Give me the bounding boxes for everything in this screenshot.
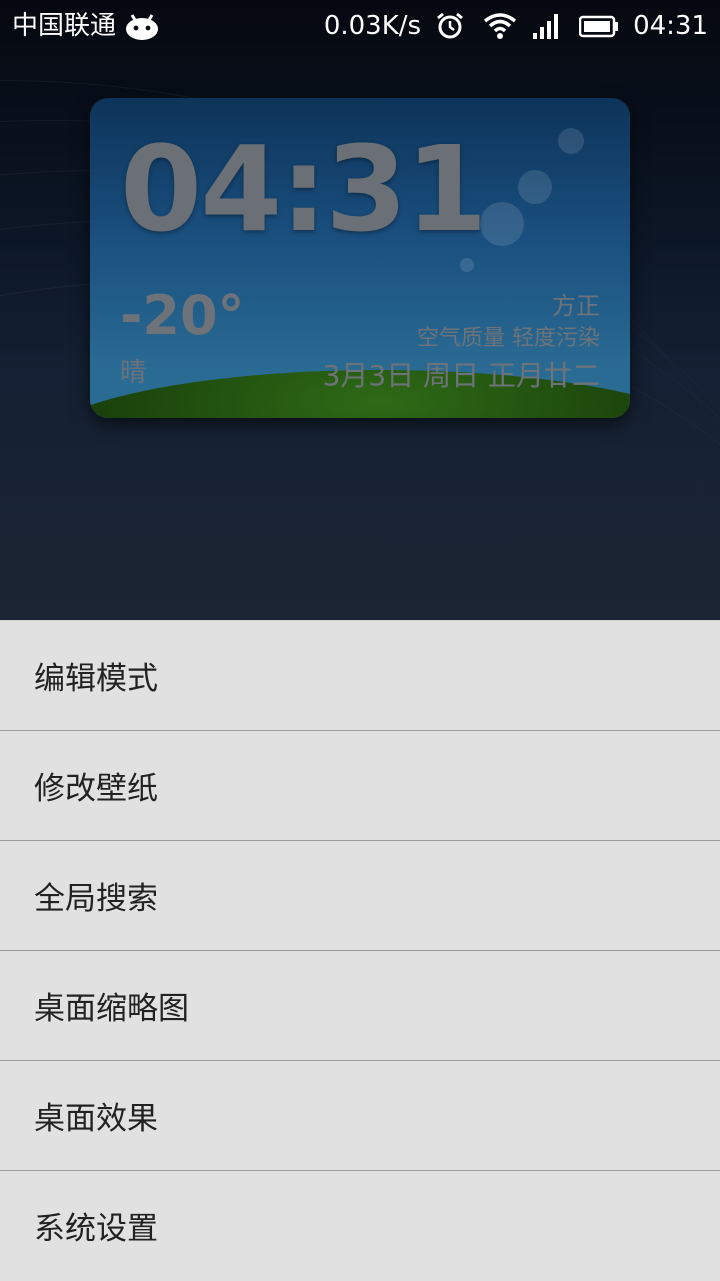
carrier-label: 中国联通 xyxy=(12,11,117,41)
widget-clock[interactable]: 04:31 xyxy=(120,120,488,258)
wifi-icon xyxy=(483,11,517,41)
widget-date: 3月3日 周日 正月廿二 xyxy=(322,359,600,392)
clock-weather-widget[interactable]: 04:31 -20° 晴 方正 空气质量 轻度污染 3月3日 周日 正月廿二 xyxy=(90,98,630,418)
status-bar: 中国联通 0.03K/s 04:31 xyxy=(0,0,720,52)
menu-item-desktop-thumbnails[interactable]: 桌面缩略图 xyxy=(0,951,720,1061)
menu-item-desktop-effects[interactable]: 桌面效果 xyxy=(0,1061,720,1171)
launcher-menu: 编辑模式 修改壁纸 全局搜索 桌面缩略图 桌面效果 系统设置 xyxy=(0,620,720,1281)
widget-weather: 晴 xyxy=(120,358,147,388)
signal-icon xyxy=(531,11,565,41)
widget-air-quality: 空气质量 轻度污染 xyxy=(417,326,600,351)
menu-item-change-wallpaper[interactable]: 修改壁纸 xyxy=(0,731,720,841)
alarm-icon xyxy=(435,11,469,41)
android-icon xyxy=(124,11,159,41)
status-time: 04:31 xyxy=(633,11,708,41)
menu-item-edit-mode[interactable]: 编辑模式 xyxy=(0,621,720,731)
menu-item-global-search[interactable]: 全局搜索 xyxy=(0,841,720,951)
widget-city: 方正 xyxy=(552,292,600,320)
battery-icon xyxy=(578,11,619,41)
menu-item-system-settings[interactable]: 系统设置 xyxy=(0,1171,720,1280)
widget-temperature: -20° xyxy=(120,284,245,347)
network-speed: 0.03K/s xyxy=(323,11,422,41)
